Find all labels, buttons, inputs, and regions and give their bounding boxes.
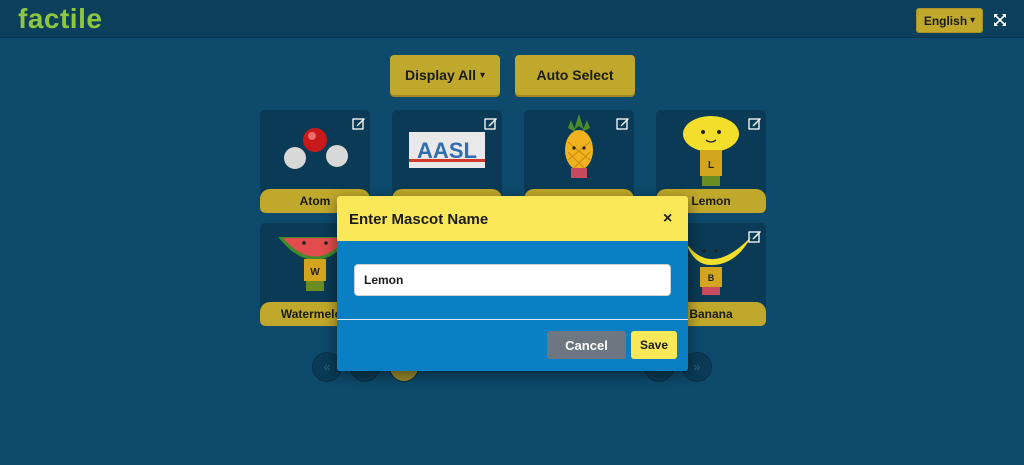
factile-logo[interactable]: factile bbox=[18, 3, 102, 35]
edit-icon[interactable] bbox=[748, 229, 762, 243]
language-dropdown[interactable]: English ▾ bbox=[916, 8, 983, 33]
auto-select-button[interactable]: Auto Select bbox=[515, 55, 635, 95]
modal-header: Enter Mascot Name × bbox=[337, 196, 688, 241]
mascot-name-input[interactable] bbox=[354, 264, 671, 296]
cancel-button[interactable]: Cancel bbox=[547, 331, 626, 359]
edit-icon[interactable] bbox=[748, 116, 762, 130]
top-bar: factile English ▾ bbox=[0, 0, 1024, 38]
mascot-name-modal: Enter Mascot Name × Cancel Save bbox=[337, 196, 688, 371]
edit-icon[interactable] bbox=[616, 116, 630, 130]
save-button[interactable]: Save bbox=[631, 331, 677, 359]
edit-icon[interactable] bbox=[484, 116, 498, 130]
lemon-badge-text: L bbox=[708, 160, 714, 171]
divider bbox=[337, 319, 688, 320]
language-label: English bbox=[923, 13, 968, 28]
close-icon[interactable]: × bbox=[663, 210, 672, 228]
edit-icon[interactable] bbox=[352, 116, 366, 130]
display-all-label: Display All bbox=[404, 67, 477, 83]
fullscreen-icon[interactable] bbox=[993, 13, 1007, 27]
modal-title: Enter Mascot Name bbox=[349, 211, 489, 228]
display-all-button[interactable]: Display All ▾ bbox=[390, 55, 500, 95]
banana-badge-text: B bbox=[708, 273, 715, 283]
chevron-down-icon: ▾ bbox=[480, 69, 486, 81]
chevron-down-icon: ▾ bbox=[970, 15, 976, 26]
watermelon-badge-text: W bbox=[310, 267, 320, 278]
